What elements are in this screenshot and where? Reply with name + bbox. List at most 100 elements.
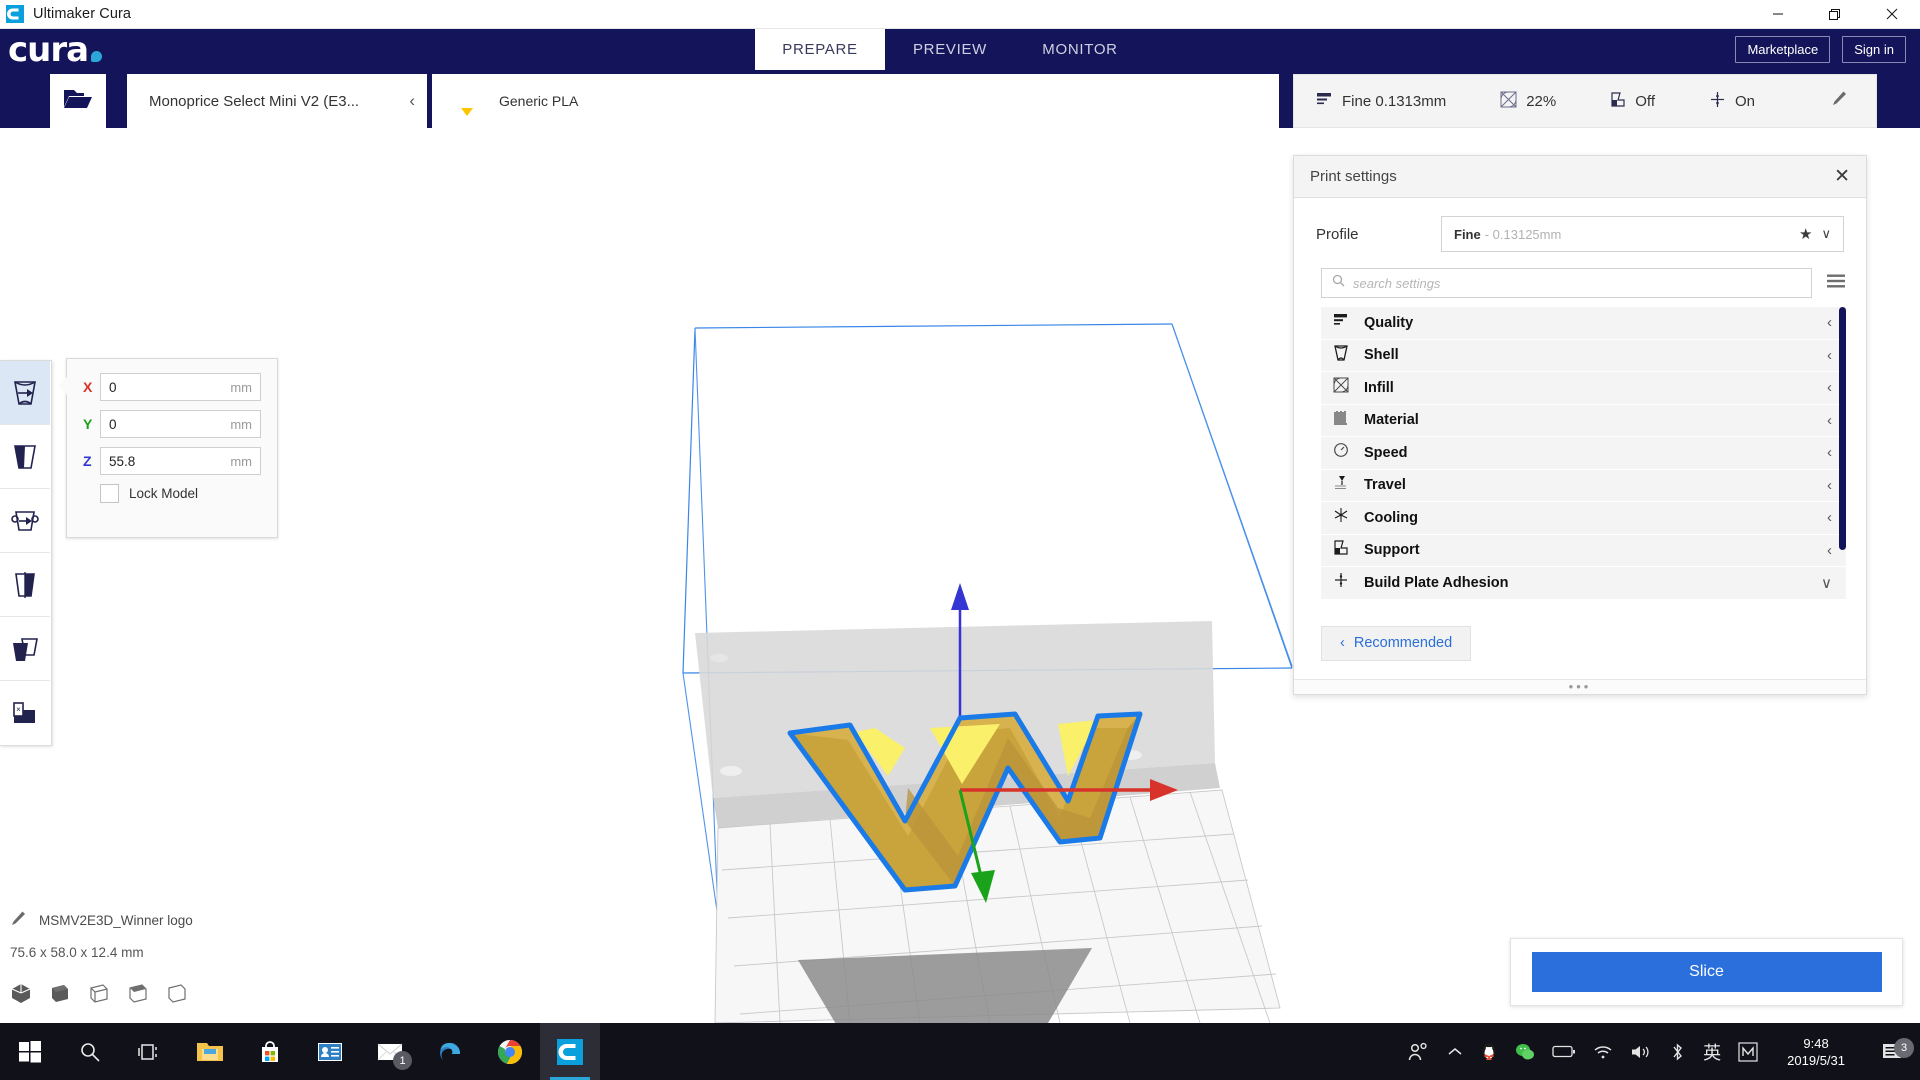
- qq-icon[interactable]: [1480, 1042, 1498, 1062]
- tab-prepare[interactable]: PREPARE: [755, 29, 885, 70]
- outline-view-icon[interactable]: [166, 982, 188, 1009]
- support-blocker-tool[interactable]: ×: [0, 681, 50, 745]
- sign-in-button[interactable]: Sign in: [1842, 36, 1906, 63]
- wifi-icon[interactable]: [1593, 1044, 1613, 1060]
- cura-logo-text: cura: [8, 29, 89, 70]
- infill-summary: 22%: [1500, 91, 1556, 112]
- slice-button[interactable]: Slice: [1531, 952, 1882, 992]
- cura-logo: cura: [0, 29, 150, 70]
- rotate-tool[interactable]: [0, 489, 50, 553]
- volume-icon[interactable]: [1630, 1044, 1652, 1060]
- category-speed-label: Speed: [1364, 444, 1408, 461]
- cooling-icon: [1333, 507, 1349, 528]
- per-model-settings-tool[interactable]: [0, 617, 50, 681]
- lock-model-checkbox[interactable]: [100, 484, 119, 503]
- recommended-mode-button[interactable]: ‹ Recommended: [1321, 625, 1472, 661]
- material-selector[interactable]: 1 Generic PLA: [432, 74, 1279, 128]
- settings-scrollbar[interactable]: [1839, 307, 1846, 550]
- cura-header: cura PREPARE PREVIEW MONITOR Marketplace…: [0, 29, 1920, 70]
- cura-logo-dot: [91, 51, 103, 62]
- search-button[interactable]: [60, 1023, 120, 1080]
- mirror-tool[interactable]: [0, 553, 50, 617]
- favorite-star-icon[interactable]: ★: [1799, 225, 1812, 243]
- clock-date: 2019/5/31: [1787, 1052, 1845, 1068]
- search-placeholder: search settings: [1353, 275, 1441, 291]
- close-icon[interactable]: ✕: [1834, 167, 1850, 186]
- tab-monitor[interactable]: MONITOR: [1015, 29, 1145, 70]
- start-button[interactable]: [0, 1023, 60, 1080]
- bluetooth-icon[interactable]: [1669, 1042, 1686, 1062]
- printer-selector[interactable]: Monoprice Select Mini V2 (E3... ‹: [127, 74, 427, 128]
- edit-settings-pencil-icon[interactable]: [1831, 90, 1848, 112]
- solid-view-icon[interactable]: [10, 982, 32, 1009]
- x-axis-label: X: [83, 379, 93, 395]
- view-mode-buttons: [10, 982, 370, 1009]
- support-summary: Off: [1610, 91, 1655, 112]
- object-name-row[interactable]: MSMV2E3D_Winner logo: [10, 910, 370, 930]
- open-file-button[interactable]: [50, 74, 106, 128]
- window-title: Ultimaker Cura: [33, 6, 132, 22]
- z-unit-label: mm: [230, 453, 252, 469]
- battery-icon[interactable]: [1552, 1045, 1576, 1058]
- x-position-input[interactable]: 0 mm: [100, 373, 261, 401]
- material-icon: [1333, 410, 1349, 431]
- category-build-plate-adhesion[interactable]: Build Plate Adhesion ∨: [1321, 567, 1846, 600]
- wechat-icon[interactable]: [1515, 1043, 1535, 1061]
- chevron-left-icon: ‹: [1827, 444, 1832, 462]
- minimize-button[interactable]: [1749, 0, 1806, 29]
- print-settings-title: Print settings: [1310, 168, 1397, 185]
- infill-icon: [1500, 91, 1517, 112]
- lock-model-row[interactable]: Lock Model: [100, 484, 261, 503]
- ime-language-icon[interactable]: 英: [1703, 1039, 1721, 1065]
- category-travel[interactable]: Travel ‹: [1321, 469, 1846, 502]
- model-dimensions: 75.6 x 58.0 x 12.4 mm: [10, 945, 144, 960]
- x-position-value: 0: [109, 379, 117, 395]
- print-settings-summary[interactable]: Fine 0.1313mm 22% Off On: [1293, 74, 1877, 128]
- scale-tool[interactable]: [0, 425, 50, 489]
- category-material[interactable]: Material ‹: [1321, 404, 1846, 437]
- category-infill[interactable]: Infill ‹: [1321, 372, 1846, 405]
- ime-mode-icon[interactable]: [1738, 1041, 1758, 1062]
- chevron-down-icon[interactable]: ∨: [1821, 226, 1831, 242]
- category-cooling[interactable]: Cooling ‹: [1321, 502, 1846, 535]
- people-icon[interactable]: [1408, 1042, 1430, 1062]
- system-tray: 英 9:48 2019/5/31 3: [1408, 1035, 1920, 1069]
- tab-preview-label: PREVIEW: [912, 41, 988, 58]
- search-input[interactable]: search settings: [1321, 268, 1812, 298]
- category-speed[interactable]: Speed ‹: [1321, 437, 1846, 470]
- recommended-label: Recommended: [1353, 635, 1453, 651]
- category-quality[interactable]: Quality ‹: [1321, 307, 1846, 340]
- category-shell[interactable]: Shell ‹: [1321, 339, 1846, 372]
- mail-button[interactable]: 1: [360, 1023, 420, 1080]
- cura-taskbar-button[interactable]: [540, 1023, 600, 1080]
- mail-app-button[interactable]: [300, 1023, 360, 1080]
- close-button[interactable]: [1863, 0, 1920, 29]
- travel-icon: [1333, 475, 1349, 496]
- show-hidden-icons-button[interactable]: [1447, 1046, 1463, 1058]
- chrome-button[interactable]: [480, 1023, 540, 1080]
- tab-preview[interactable]: PREVIEW: [885, 29, 1015, 70]
- cura-application-window: Ultimaker Cura cura PREPARE PREVIEW MONI…: [0, 0, 1920, 1080]
- panel-resize-handle[interactable]: •••: [1294, 679, 1866, 694]
- hamburger-menu-icon[interactable]: [1826, 273, 1846, 294]
- category-material-label: Material: [1364, 412, 1419, 429]
- marketplace-button[interactable]: Marketplace: [1735, 36, 1831, 63]
- maximize-button[interactable]: [1806, 0, 1863, 29]
- layer-view-icon[interactable]: [127, 982, 149, 1009]
- z-position-input[interactable]: 55.8 mm: [100, 447, 261, 475]
- move-tool[interactable]: [0, 361, 50, 425]
- notification-center-button[interactable]: 3: [1874, 1037, 1914, 1062]
- profile-dropdown[interactable]: Fine - 0.13125mm ★ ∨: [1441, 216, 1844, 252]
- quality-icon: [1333, 313, 1349, 333]
- file-explorer-button[interactable]: [180, 1023, 240, 1080]
- microsoft-store-button[interactable]: [240, 1023, 300, 1080]
- y-position-input[interactable]: 0 mm: [100, 410, 261, 438]
- clock[interactable]: 9:48 2019/5/31: [1787, 1035, 1845, 1069]
- edge-button[interactable]: [420, 1023, 480, 1080]
- category-support[interactable]: Support ‹: [1321, 534, 1846, 567]
- material-name: Generic PLA: [499, 93, 579, 109]
- xray-view-icon[interactable]: [49, 982, 71, 1009]
- extruder-number: 1: [463, 91, 470, 103]
- wireframe-view-icon[interactable]: [88, 982, 110, 1009]
- task-view-button[interactable]: [120, 1023, 180, 1080]
